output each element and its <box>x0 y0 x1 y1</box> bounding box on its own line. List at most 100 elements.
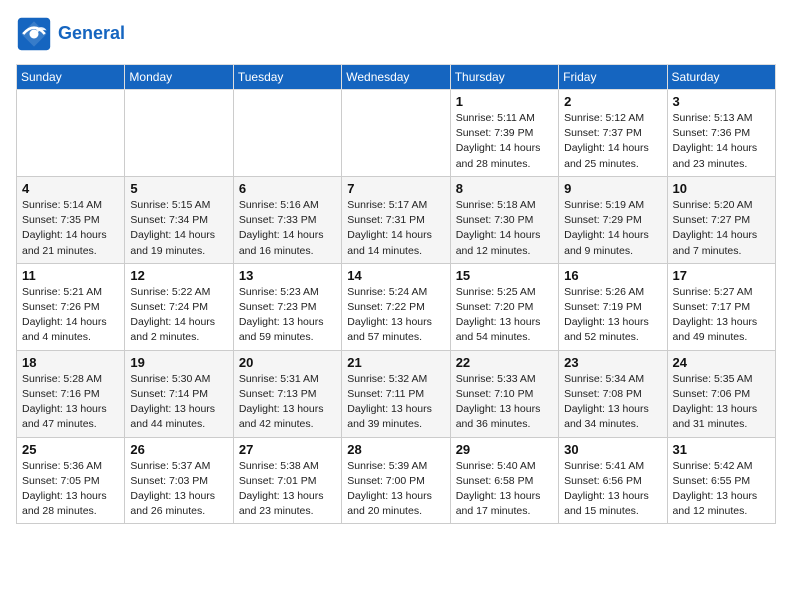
day-cell: 11 Sunrise: 5:21 AM Sunset: 7:26 PM Dayli… <box>17 263 125 350</box>
day-detail: Sunrise: 5:32 AM Sunset: 7:11 PM Dayligh… <box>347 372 444 433</box>
weekday-header-thursday: Thursday <box>450 65 558 90</box>
day-detail: Sunrise: 5:27 AM Sunset: 7:17 PM Dayligh… <box>673 285 770 346</box>
weekday-header-row: SundayMondayTuesdayWednesdayThursdayFrid… <box>17 65 776 90</box>
day-number: 9 <box>564 181 661 196</box>
day-detail: Sunrise: 5:11 AM Sunset: 7:39 PM Dayligh… <box>456 111 553 172</box>
day-cell <box>17 90 125 177</box>
day-cell: 12 Sunrise: 5:22 AM Sunset: 7:24 PM Dayli… <box>125 263 233 350</box>
day-detail: Sunrise: 5:20 AM Sunset: 7:27 PM Dayligh… <box>673 198 770 259</box>
day-number: 27 <box>239 442 336 457</box>
day-number: 28 <box>347 442 444 457</box>
day-cell: 3 Sunrise: 5:13 AM Sunset: 7:36 PM Daylig… <box>667 90 775 177</box>
day-detail: Sunrise: 5:12 AM Sunset: 7:37 PM Dayligh… <box>564 111 661 172</box>
weekday-header-wednesday: Wednesday <box>342 65 450 90</box>
day-number: 2 <box>564 94 661 109</box>
day-number: 16 <box>564 268 661 283</box>
day-cell: 2 Sunrise: 5:12 AM Sunset: 7:37 PM Daylig… <box>559 90 667 177</box>
day-number: 17 <box>673 268 770 283</box>
day-cell: 25 Sunrise: 5:36 AM Sunset: 7:05 PM Dayli… <box>17 437 125 524</box>
weekday-header-tuesday: Tuesday <box>233 65 341 90</box>
day-number: 13 <box>239 268 336 283</box>
day-cell: 21 Sunrise: 5:32 AM Sunset: 7:11 PM Dayli… <box>342 350 450 437</box>
day-detail: Sunrise: 5:34 AM Sunset: 7:08 PM Dayligh… <box>564 372 661 433</box>
day-cell: 20 Sunrise: 5:31 AM Sunset: 7:13 PM Dayli… <box>233 350 341 437</box>
week-row-2: 4 Sunrise: 5:14 AM Sunset: 7:35 PM Daylig… <box>17 176 776 263</box>
logo: General <box>16 16 125 52</box>
week-row-4: 18Sunrise: 5:28 AM Sunset: 7:16 PM Dayli… <box>17 350 776 437</box>
day-cell: 15 Sunrise: 5:25 AM Sunset: 7:20 PM Dayli… <box>450 263 558 350</box>
day-number: 20 <box>239 355 336 370</box>
day-cell: 6 Sunrise: 5:16 AM Sunset: 7:33 PM Daylig… <box>233 176 341 263</box>
day-detail: Sunrise: 5:25 AM Sunset: 7:20 PM Dayligh… <box>456 285 553 346</box>
day-number: 1 <box>456 94 553 109</box>
logo-icon <box>16 16 52 52</box>
day-detail: Sunrise: 5:22 AM Sunset: 7:24 PM Dayligh… <box>130 285 227 346</box>
weekday-header-saturday: Saturday <box>667 65 775 90</box>
week-row-5: 25 Sunrise: 5:36 AM Sunset: 7:05 PM Dayli… <box>17 437 776 524</box>
day-number: 21 <box>347 355 444 370</box>
day-detail: Sunrise: 5:28 AM Sunset: 7:16 PM Dayligh… <box>22 372 119 433</box>
day-number: 4 <box>22 181 119 196</box>
day-cell: 23 Sunrise: 5:34 AM Sunset: 7:08 PM Dayli… <box>559 350 667 437</box>
day-detail: Sunrise: 5:30 AM Sunset: 7:14 PM Dayligh… <box>130 372 227 433</box>
day-detail: Sunrise: 5:13 AM Sunset: 7:36 PM Dayligh… <box>673 111 770 172</box>
day-number: 30 <box>564 442 661 457</box>
week-row-3: 11 Sunrise: 5:21 AM Sunset: 7:26 PM Dayli… <box>17 263 776 350</box>
page-header: General <box>16 16 776 52</box>
day-number: 23 <box>564 355 661 370</box>
day-cell: 26Sunrise: 5:37 AM Sunset: 7:03 PM Dayli… <box>125 437 233 524</box>
day-number: 26 <box>130 442 227 457</box>
day-number: 15 <box>456 268 553 283</box>
day-detail: Sunrise: 5:40 AM Sunset: 6:58 PM Dayligh… <box>456 459 553 520</box>
day-number: 29 <box>456 442 553 457</box>
day-number: 19 <box>130 355 227 370</box>
calendar-table: SundayMondayTuesdayWednesdayThursdayFrid… <box>16 64 776 524</box>
day-detail: Sunrise: 5:35 AM Sunset: 7:06 PM Dayligh… <box>673 372 770 433</box>
day-number: 3 <box>673 94 770 109</box>
day-cell: 30Sunrise: 5:41 AM Sunset: 6:56 PM Dayli… <box>559 437 667 524</box>
day-detail: Sunrise: 5:23 AM Sunset: 7:23 PM Dayligh… <box>239 285 336 346</box>
day-detail: Sunrise: 5:15 AM Sunset: 7:34 PM Dayligh… <box>130 198 227 259</box>
weekday-header-sunday: Sunday <box>17 65 125 90</box>
day-number: 6 <box>239 181 336 196</box>
day-cell: 16 Sunrise: 5:26 AM Sunset: 7:19 PM Dayli… <box>559 263 667 350</box>
day-detail: Sunrise: 5:39 AM Sunset: 7:00 PM Dayligh… <box>347 459 444 520</box>
day-detail: Sunrise: 5:36 AM Sunset: 7:05 PM Dayligh… <box>22 459 119 520</box>
day-cell <box>125 90 233 177</box>
day-number: 12 <box>130 268 227 283</box>
day-detail: Sunrise: 5:26 AM Sunset: 7:19 PM Dayligh… <box>564 285 661 346</box>
day-cell: 1 Sunrise: 5:11 AM Sunset: 7:39 PM Daylig… <box>450 90 558 177</box>
day-cell: 14 Sunrise: 5:24 AM Sunset: 7:22 PM Dayli… <box>342 263 450 350</box>
day-detail: Sunrise: 5:18 AM Sunset: 7:30 PM Dayligh… <box>456 198 553 259</box>
weekday-header-friday: Friday <box>559 65 667 90</box>
day-cell: 18Sunrise: 5:28 AM Sunset: 7:16 PM Dayli… <box>17 350 125 437</box>
day-cell: 31Sunrise: 5:42 AM Sunset: 6:55 PM Dayli… <box>667 437 775 524</box>
day-number: 10 <box>673 181 770 196</box>
day-cell: 8 Sunrise: 5:18 AM Sunset: 7:30 PM Daylig… <box>450 176 558 263</box>
day-cell: 27 Sunrise: 5:38 AM Sunset: 7:01 PM Dayli… <box>233 437 341 524</box>
day-number: 24 <box>673 355 770 370</box>
day-detail: Sunrise: 5:16 AM Sunset: 7:33 PM Dayligh… <box>239 198 336 259</box>
day-number: 25 <box>22 442 119 457</box>
day-detail: Sunrise: 5:21 AM Sunset: 7:26 PM Dayligh… <box>22 285 119 346</box>
day-detail: Sunrise: 5:33 AM Sunset: 7:10 PM Dayligh… <box>456 372 553 433</box>
day-number: 22 <box>456 355 553 370</box>
day-number: 31 <box>673 442 770 457</box>
day-detail: Sunrise: 5:24 AM Sunset: 7:22 PM Dayligh… <box>347 285 444 346</box>
day-detail: Sunrise: 5:19 AM Sunset: 7:29 PM Dayligh… <box>564 198 661 259</box>
day-cell: 13 Sunrise: 5:23 AM Sunset: 7:23 PM Dayli… <box>233 263 341 350</box>
day-detail: Sunrise: 5:14 AM Sunset: 7:35 PM Dayligh… <box>22 198 119 259</box>
day-cell: 28 Sunrise: 5:39 AM Sunset: 7:00 PM Dayli… <box>342 437 450 524</box>
day-number: 11 <box>22 268 119 283</box>
day-number: 14 <box>347 268 444 283</box>
day-cell: 5Sunrise: 5:15 AM Sunset: 7:34 PM Daylig… <box>125 176 233 263</box>
day-cell: 4 Sunrise: 5:14 AM Sunset: 7:35 PM Daylig… <box>17 176 125 263</box>
day-number: 7 <box>347 181 444 196</box>
day-cell: 29 Sunrise: 5:40 AM Sunset: 6:58 PM Dayli… <box>450 437 558 524</box>
day-detail: Sunrise: 5:31 AM Sunset: 7:13 PM Dayligh… <box>239 372 336 433</box>
day-detail: Sunrise: 5:38 AM Sunset: 7:01 PM Dayligh… <box>239 459 336 520</box>
day-number: 8 <box>456 181 553 196</box>
day-cell: 17 Sunrise: 5:27 AM Sunset: 7:17 PM Dayli… <box>667 263 775 350</box>
day-cell: 7Sunrise: 5:17 AM Sunset: 7:31 PM Daylig… <box>342 176 450 263</box>
logo-general: General <box>58 23 125 43</box>
